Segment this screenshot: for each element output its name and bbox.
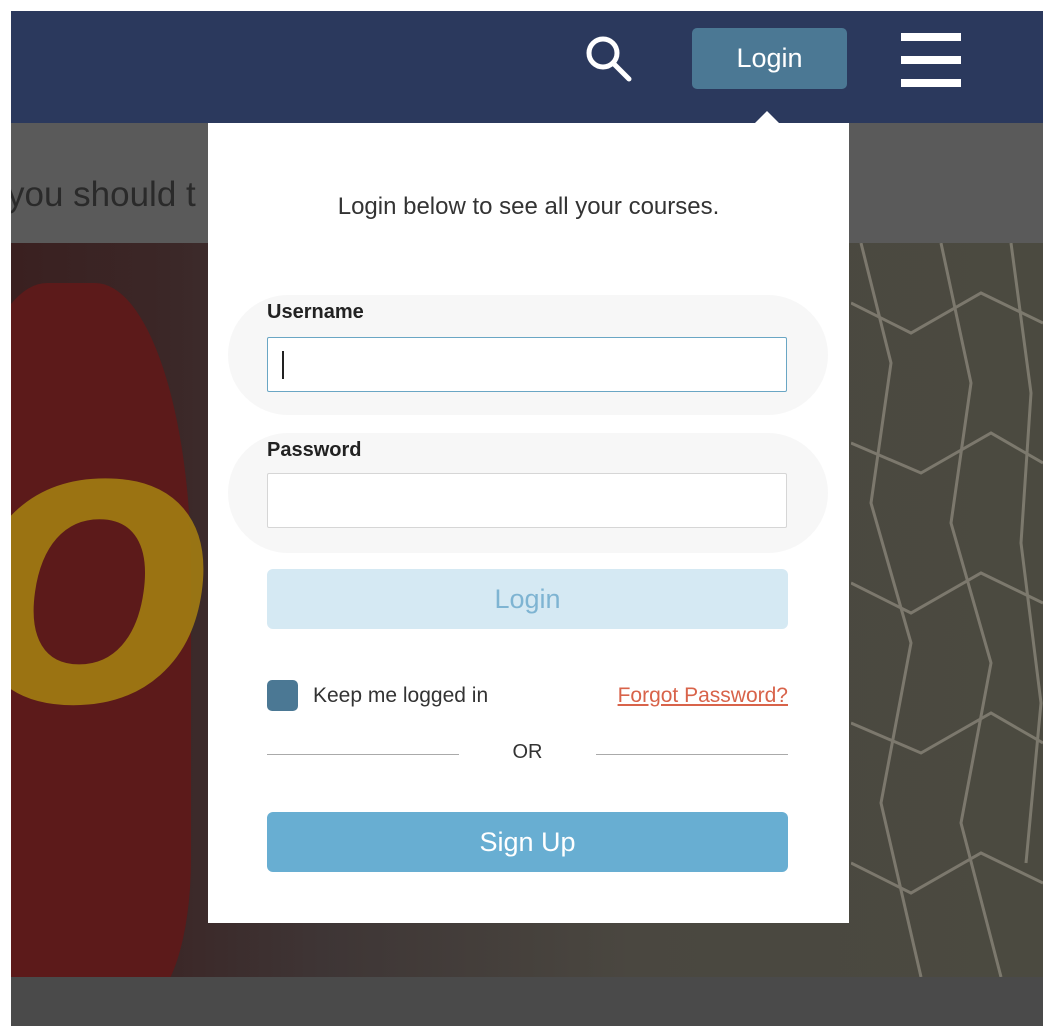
login-popover: Login below to see all your courses. Use… <box>208 123 849 923</box>
keep-logged-in-checkbox[interactable] <box>267 680 298 711</box>
popover-pointer <box>755 111 779 123</box>
search-button[interactable] <box>581 31 637 87</box>
or-divider-text: OR <box>512 741 543 763</box>
divider-line-right <box>596 754 788 755</box>
password-label: Password <box>267 439 362 461</box>
username-label: Username <box>267 301 364 323</box>
or-divider: OR <box>267 741 788 767</box>
text-caret <box>282 351 284 379</box>
username-input[interactable] <box>267 337 787 392</box>
keep-logged-in-label: Keep me logged in <box>313 684 489 707</box>
page-footer-strip <box>11 977 1043 1026</box>
browser-viewport: Login you should t OF <box>11 11 1043 1026</box>
password-input[interactable] <box>267 473 787 528</box>
soccer-net-graphic <box>851 243 1043 977</box>
jersey-graphic: OF <box>11 283 445 977</box>
subheader-text: you should t <box>11 175 196 214</box>
login-intro-text: Login below to see all your courses. <box>337 193 720 220</box>
top-navigation-bar: Login <box>11 11 1043 123</box>
search-icon <box>586 36 632 82</box>
forgot-password-link[interactable]: Forgot Password? <box>618 684 788 708</box>
menu-button[interactable] <box>896 33 966 87</box>
keep-logged-in-row: Keep me logged in Forgot Password? <box>267 680 788 712</box>
sign-up-button[interactable]: Sign Up <box>267 812 788 872</box>
login-toggle-button[interactable]: Login <box>692 28 847 89</box>
login-submit-button[interactable]: Login <box>267 569 788 629</box>
